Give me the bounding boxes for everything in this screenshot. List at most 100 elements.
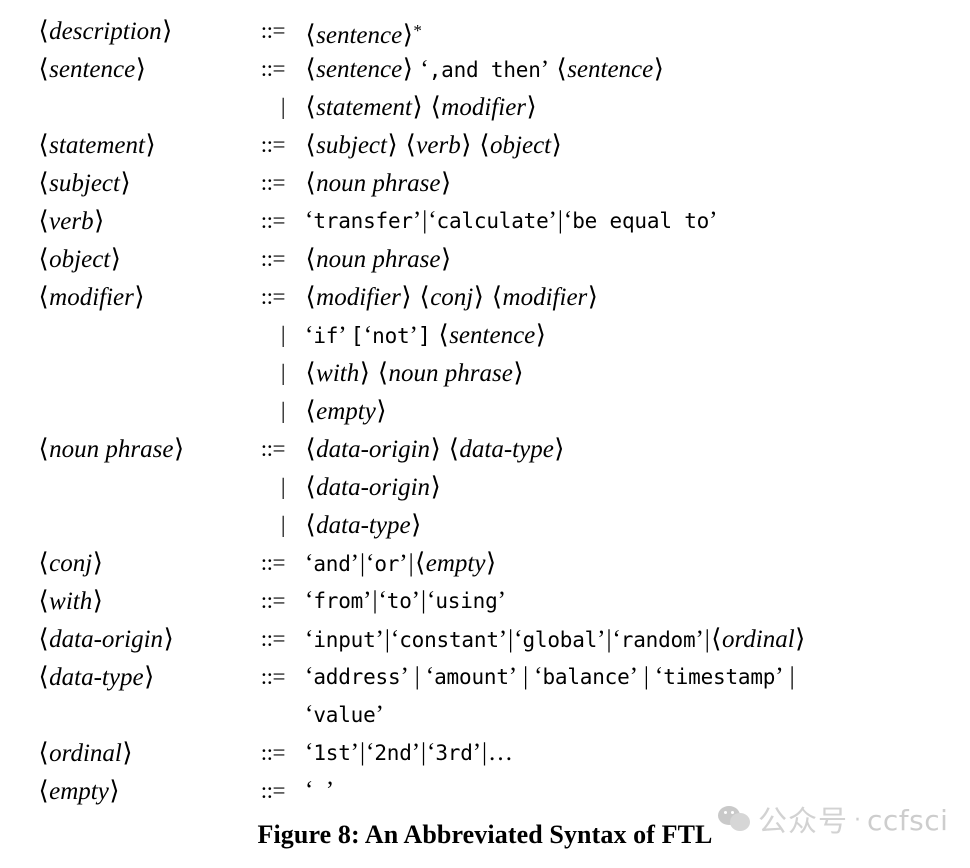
rule-row-noun-phrase-alt-2: | ⟨data-type⟩	[0, 506, 970, 544]
alternative-bar: |	[789, 663, 795, 690]
rhs-modifier-4: ⟨empty⟩	[305, 396, 387, 426]
defines-operator: ::=	[260, 18, 286, 43]
alternative-bar: |	[704, 626, 710, 653]
alternative-bar: |	[360, 739, 366, 766]
terminal-constant: constant	[399, 628, 499, 652]
rhs-modifier-1: ⟨modifier⟩ ⟨conj⟩ ⟨modifier⟩	[305, 282, 598, 312]
rhs-sentence-2: ⟨statement⟩ ⟨modifier⟩	[305, 92, 537, 122]
rhs-subject: ⟨noun phrase⟩	[305, 168, 452, 198]
lhs-empty: ⟨empty⟩	[38, 776, 120, 806]
rule-row-modifier: ⟨modifier⟩ ::= ⟨modifier⟩ ⟨conj⟩ ⟨modifier…	[0, 278, 970, 316]
terminal-global: global	[522, 628, 598, 652]
terminal-or: or	[374, 552, 400, 576]
open-square-bracket: [	[350, 324, 364, 349]
defines-operator: ::=	[260, 740, 286, 765]
alternative-bar: |	[523, 663, 529, 690]
kleene-star: *	[413, 21, 422, 40]
rule-row-ordinal: ⟨ordinal⟩ ::= ‘1st’|‘2nd’|‘3rd’|…	[0, 734, 970, 772]
lhs-subject: ⟨subject⟩	[38, 168, 131, 198]
terminal-amount: amount	[434, 665, 509, 689]
defines-operator: ::=	[260, 436, 286, 461]
terminal-transfer: transfer	[313, 209, 413, 233]
terminal-blank	[313, 779, 325, 803]
terminal-address: address	[313, 665, 401, 689]
terminal-2nd: 2nd	[374, 741, 412, 765]
rule-row-noun-phrase-alt-1: | ⟨data-origin⟩	[0, 468, 970, 506]
terminal-calculate: calculate	[436, 209, 549, 233]
terminal-1st: 1st	[313, 741, 351, 765]
rhs-noun-phrase-2: ⟨data-origin⟩	[305, 472, 441, 502]
alternative-bar: |	[414, 663, 420, 690]
alternative-bar: |	[360, 550, 366, 577]
lhs-ordinal: ⟨ordinal⟩	[38, 738, 133, 768]
alternative-bar: |	[280, 322, 286, 347]
rule-row-modifier-alt-1: | ‘if’ [‘not’] ⟨sentence⟩	[0, 316, 970, 354]
rule-row-data-type-cont: ‘value’	[0, 696, 970, 734]
rhs-empty: ‘ ’	[305, 777, 335, 804]
defines-operator: ::=	[260, 246, 286, 271]
rule-row-conj: ⟨conj⟩ ::= ‘and’|‘or’|⟨empty⟩	[0, 544, 970, 582]
terminal-to: to	[386, 589, 412, 613]
alternative-bar: |	[280, 94, 286, 119]
rhs-with: ‘from’|‘to’|‘using’	[305, 587, 506, 614]
rule-row-verb: ⟨verb⟩ ::= ‘transfer’|‘calculate’|‘be eq…	[0, 202, 970, 240]
lhs-verb: ⟨verb⟩	[38, 206, 105, 236]
rhs-conj: ‘and’|‘or’|⟨empty⟩	[305, 548, 497, 578]
figure-caption: Figure 8: An Abbreviated Syntax of FTL	[257, 820, 713, 849]
terminal-and-then: ,and then	[428, 58, 541, 82]
lhs-conj: ⟨conj⟩	[38, 548, 103, 578]
lhs-statement: ⟨statement⟩	[38, 130, 156, 160]
rule-row-empty: ⟨empty⟩ ::= ‘ ’	[0, 772, 970, 810]
alternative-bar: |	[280, 360, 286, 385]
rhs-noun-phrase-3: ⟨data-type⟩	[305, 510, 422, 540]
terminal-using: using	[435, 589, 498, 613]
defines-operator: ::=	[260, 626, 286, 651]
grammar-production-list: ⟨description⟩ ::= ⟨sentence⟩* ⟨sentence⟩…	[0, 12, 970, 810]
rule-row-modifier-alt-3: | ⟨empty⟩	[0, 392, 970, 430]
rule-row-sentence: ⟨sentence⟩ ::= ⟨sentence⟩ ‘,and then’ ⟨sen…	[0, 50, 970, 88]
terminal-random: random	[620, 628, 696, 652]
terminal-not: not	[372, 324, 410, 348]
defines-operator: ::=	[260, 778, 286, 803]
lhs-modifier: ⟨modifier⟩	[38, 282, 145, 312]
terminal-value: value	[313, 703, 376, 727]
rhs-description: ⟨sentence⟩*	[305, 20, 422, 50]
rhs-verb: ‘transfer’|‘calculate’|‘be equal to’	[305, 207, 718, 234]
rhs-data-type-2: ‘value’	[305, 701, 384, 728]
defines-operator: ::=	[260, 208, 286, 233]
rhs-modifier-2: ‘if’ [‘not’] ⟨sentence⟩	[305, 320, 546, 350]
rule-row-data-origin: ⟨data-origin⟩ ::= ‘input’|‘constant’|‘gl…	[0, 620, 970, 658]
defines-operator: ::=	[260, 550, 286, 575]
terminal-balance: balance	[542, 665, 630, 689]
rule-row-statement: ⟨statement⟩ ::= ⟨subject⟩ ⟨verb⟩ ⟨object⟩	[0, 126, 970, 164]
rhs-modifier-3: ⟨with⟩ ⟨noun phrase⟩	[305, 358, 524, 388]
rhs-statement: ⟨subject⟩ ⟨verb⟩ ⟨object⟩	[305, 130, 562, 160]
ellipsis: …	[488, 739, 514, 766]
figure-container: ⟨description⟩ ::= ⟨sentence⟩* ⟨sentence⟩…	[0, 0, 970, 868]
defines-operator: ::=	[260, 284, 286, 309]
rule-row-object: ⟨object⟩ ::= ⟨noun phrase⟩	[0, 240, 970, 278]
rule-row-description: ⟨description⟩ ::= ⟨sentence⟩*	[0, 12, 970, 50]
defines-operator: ::=	[260, 132, 286, 157]
alternative-bar: |	[280, 512, 286, 537]
rule-row-with: ⟨with⟩ ::= ‘from’|‘to’|‘using’	[0, 582, 970, 620]
lhs-data-type: ⟨data-type⟩	[38, 662, 155, 692]
alternative-bar: |	[643, 663, 649, 690]
alternative-bar: |	[421, 739, 427, 766]
lhs-sentence: ⟨sentence⟩	[38, 54, 146, 84]
terminal-timestamp: timestamp	[663, 665, 776, 689]
rule-row-sentence-alt: | ⟨statement⟩ ⟨modifier⟩	[0, 88, 970, 126]
terminal-be-equal-to: be equal to	[572, 209, 710, 233]
terminal-input: input	[313, 628, 376, 652]
alternative-bar: |	[421, 587, 427, 614]
alternative-bar: |	[384, 626, 390, 653]
terminal-3rd: 3rd	[435, 741, 473, 765]
rhs-ordinal: ‘1st’|‘2nd’|‘3rd’|…	[305, 739, 514, 766]
open-angle-bracket: ⟨	[38, 16, 49, 46]
alternative-bar: |	[557, 207, 563, 234]
terminal-if: if	[313, 324, 339, 348]
alternative-bar: |	[280, 398, 286, 423]
alternative-bar: |	[408, 550, 414, 577]
alternative-bar: |	[482, 739, 488, 766]
lhs-object: ⟨object⟩	[38, 244, 121, 274]
